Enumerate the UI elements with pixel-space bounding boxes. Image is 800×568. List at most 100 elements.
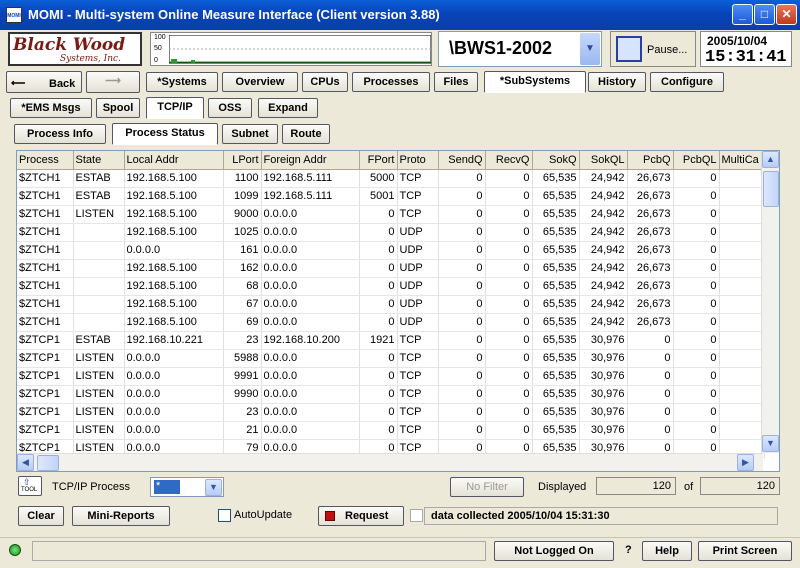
question-icon[interactable]: ? — [625, 544, 632, 556]
horizontal-scroll-thumb[interactable] — [37, 455, 59, 471]
column-header[interactable]: Local Addr — [124, 151, 224, 170]
close-button[interactable]: ✕ — [776, 4, 797, 25]
column-header[interactable]: PcbQ — [627, 151, 674, 170]
column-header[interactable]: SendQ — [438, 151, 486, 170]
table-row[interactable]: $ZTCP1 ESTAB 192.168.10.221 23 192.168.10.20… — [17, 331, 765, 350]
tab-subsystems[interactable]: *SubSystems — [484, 71, 586, 93]
tab-route[interactable]: Route — [282, 124, 330, 144]
scroll-left-icon[interactable]: ◀ — [17, 454, 34, 471]
column-header[interactable]: FPort — [359, 151, 398, 170]
system-selector[interactable]: \BWS1-2002 ▼ — [438, 31, 602, 67]
subtab-spool[interactable]: Spool — [96, 98, 140, 118]
table-cell: 192.168.5.111 — [261, 187, 360, 206]
table-cell: 0.0.0.0 — [261, 403, 360, 422]
autoupdate-label: AutoUpdate — [234, 509, 293, 521]
column-header[interactable]: RecvQ — [485, 151, 533, 170]
table-row[interactable]: $ZTCH1 LISTEN 192.168.5.100 9000 0.0.0.0 0 TCP… — [17, 205, 765, 224]
tab-files[interactable]: Files — [434, 72, 478, 92]
table-cell: TCP — [397, 403, 439, 422]
table-cell: 24,942 — [579, 241, 628, 260]
table-cell: 24,942 — [579, 313, 628, 332]
table-row[interactable]: $ZTCH1 192.168.5.100 162 0.0.0.0 0 UDP 0 0 65,53… — [17, 259, 765, 278]
table-row[interactable]: $ZTCP1 LISTEN 0.0.0.0 9990 0.0.0.0 0 TCP 0 0 65,5… — [17, 385, 765, 404]
column-header[interactable]: PcbQL — [673, 151, 720, 170]
mini-reports-button[interactable]: Mini-Reports — [72, 506, 170, 526]
table-row[interactable]: $ZTCH1 ESTAB 192.168.5.100 1100 192.168.5.11… — [17, 169, 765, 188]
tab-history[interactable]: History — [588, 72, 646, 92]
table-cell: 0 — [673, 295, 720, 314]
collected-checkbox[interactable] — [410, 509, 423, 522]
tool-button[interactable]: ⇧ TOOL — [18, 476, 42, 496]
table-row[interactable]: $ZTCP1 LISTEN 0.0.0.0 9991 0.0.0.0 0 TCP 0 0 65,5… — [17, 367, 765, 386]
back-button[interactable]: ⟵ Back — [6, 71, 82, 93]
column-header[interactable]: LPort — [223, 151, 262, 170]
tab-subnet[interactable]: Subnet — [222, 124, 278, 144]
column-header[interactable]: Process — [17, 151, 74, 170]
horizontal-scrollbar[interactable]: ◀ ▶ — [17, 453, 763, 471]
table-cell: 0 — [438, 403, 486, 422]
column-header[interactable]: SokQ — [532, 151, 580, 170]
tab-configure[interactable]: Configure — [650, 72, 724, 92]
tab-overview[interactable]: Overview — [222, 72, 298, 92]
table-cell — [73, 313, 125, 332]
table-row[interactable]: $ZTCP1 LISTEN 0.0.0.0 23 0.0.0.0 0 TCP 0 0 65,535… — [17, 403, 765, 422]
vertical-scrollbar[interactable]: ▲ ▼ — [761, 151, 779, 453]
subtab-tcpip[interactable]: TCP/IP — [146, 97, 204, 119]
column-header[interactable]: State — [73, 151, 125, 170]
table-row[interactable]: $ZTCH1 ESTAB 192.168.5.100 1099 192.168.5.11… — [17, 187, 765, 206]
table-cell: TCP — [397, 421, 439, 440]
tab-process-info[interactable]: Process Info — [14, 124, 106, 144]
scroll-right-icon[interactable]: ▶ — [737, 454, 754, 471]
no-filter-button[interactable]: No Filter — [450, 477, 524, 497]
clear-button[interactable]: Clear — [18, 506, 64, 526]
column-header[interactable]: SokQL — [579, 151, 628, 170]
table-row[interactable]: $ZTCH1 0.0.0.0 161 0.0.0.0 0 UDP 0 0 65,535 24,94… — [17, 241, 765, 260]
table-cell: UDP — [397, 259, 439, 278]
chevron-down-icon[interactable]: ▼ — [205, 479, 222, 496]
table-row[interactable]: $ZTCH1 192.168.5.100 67 0.0.0.0 0 UDP 0 0 65,535… — [17, 295, 765, 314]
column-header[interactable]: Foreign Addr — [261, 151, 360, 170]
forward-button[interactable]: ⟶ — [86, 71, 140, 93]
table-cell: UDP — [397, 277, 439, 296]
table-row[interactable]: $ZTCH1 192.168.5.100 68 0.0.0.0 0 UDP 0 0 65,535… — [17, 277, 765, 296]
not-logged-on-button[interactable]: Not Logged On — [494, 541, 614, 561]
scroll-down-icon[interactable]: ▼ — [762, 435, 779, 452]
status-message-field — [32, 541, 486, 561]
table-cell: 0 — [485, 331, 533, 350]
table-row[interactable]: $ZTCH1 192.168.5.100 69 0.0.0.0 0 UDP 0 0 65,535… — [17, 313, 765, 332]
table-cell — [719, 331, 765, 350]
table-row[interactable]: $ZTCP1 LISTEN 0.0.0.0 5988 0.0.0.0 0 TCP 0 0 65,5… — [17, 349, 765, 368]
scroll-up-icon[interactable]: ▲ — [762, 151, 779, 168]
tab-systems[interactable]: *Systems — [146, 72, 218, 92]
table-cell: 0 — [627, 367, 674, 386]
table-cell: 26,673 — [627, 277, 674, 296]
pause-button[interactable]: Pause... — [610, 31, 696, 67]
help-button[interactable]: Help — [642, 541, 692, 561]
subtab-expand[interactable]: Expand — [258, 98, 318, 118]
column-header[interactable]: MultiCa — [719, 151, 765, 170]
table-cell: 24,942 — [579, 205, 628, 224]
table-cell: 0 — [359, 349, 398, 368]
chevron-down-icon[interactable]: ▼ — [580, 33, 600, 65]
maximize-button[interactable]: □ — [754, 4, 775, 25]
table-row[interactable]: $ZTCP1 LISTEN 0.0.0.0 21 0.0.0.0 0 TCP 0 0 65,535… — [17, 421, 765, 440]
table-cell — [73, 259, 125, 278]
table-cell: TCP — [397, 205, 439, 224]
tab-processes[interactable]: Processes — [352, 72, 430, 92]
table-cell: 0 — [438, 169, 486, 188]
column-header[interactable]: Proto — [397, 151, 439, 170]
autoupdate-checkbox[interactable] — [218, 509, 231, 522]
table-cell: 0 — [627, 403, 674, 422]
subtab-ems-msgs[interactable]: *EMS Msgs — [10, 98, 92, 118]
table-row[interactable]: $ZTCH1 192.168.5.100 1025 0.0.0.0 0 UDP 0 0 65,5… — [17, 223, 765, 242]
request-button[interactable]: Request — [318, 506, 404, 526]
tcpip-process-select[interactable]: * ▼ — [150, 477, 224, 497]
vertical-scroll-thumb[interactable] — [763, 171, 779, 207]
tab-cpus[interactable]: CPUs — [302, 72, 348, 92]
print-screen-button[interactable]: Print Screen — [698, 541, 792, 561]
subtab-oss[interactable]: OSS — [208, 98, 252, 118]
table-cell: 0 — [673, 169, 720, 188]
table-cell: 192.168.5.100 — [124, 205, 224, 224]
minimize-button[interactable]: _ — [732, 4, 753, 25]
tab-process-status[interactable]: Process Status — [112, 123, 218, 145]
